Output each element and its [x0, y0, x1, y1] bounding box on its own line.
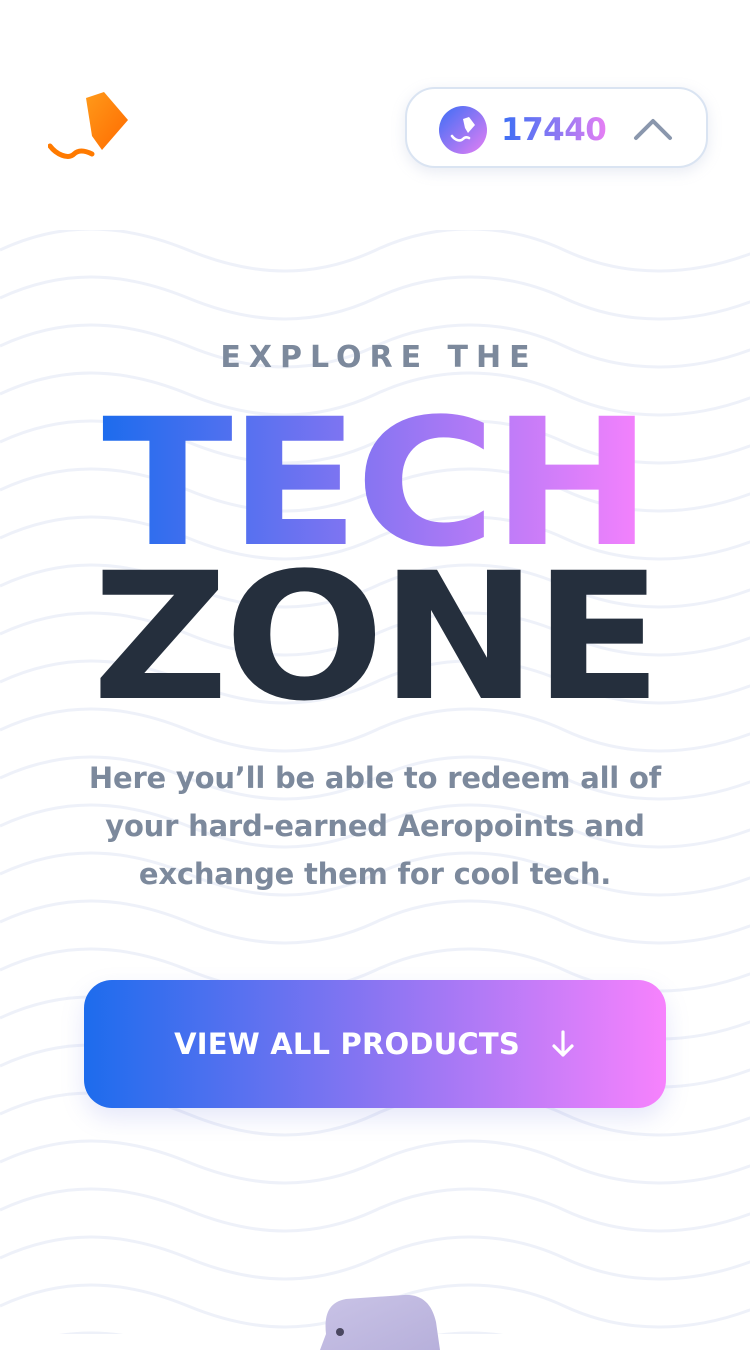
hero-title-zone: ZONE: [92, 548, 662, 718]
arrow-down-icon: [552, 1030, 574, 1057]
aerolab-logo-icon[interactable]: [48, 90, 130, 168]
aeropoints-coin-icon: [439, 106, 487, 154]
hero-description: Here you’ll be able to redeem all of you…: [88, 761, 662, 891]
hero-title-line2: ZONE: [92, 548, 658, 718]
view-all-products-button[interactable]: VIEW ALL PRODUCTS: [84, 980, 666, 1108]
hero-title-tech: TECH: [102, 392, 652, 562]
hero-eyebrow: EXPLORE THE: [220, 340, 538, 375]
points-balance-pill[interactable]: 17440: [405, 87, 708, 168]
points-balance-value: 17440: [501, 107, 607, 153]
hero-title-line1: TECH: [102, 392, 648, 562]
product-preview-image: [320, 1294, 440, 1350]
view-all-products-label: VIEW ALL PRODUCTS: [174, 1027, 520, 1061]
chevron-up-icon[interactable]: [633, 114, 673, 144]
